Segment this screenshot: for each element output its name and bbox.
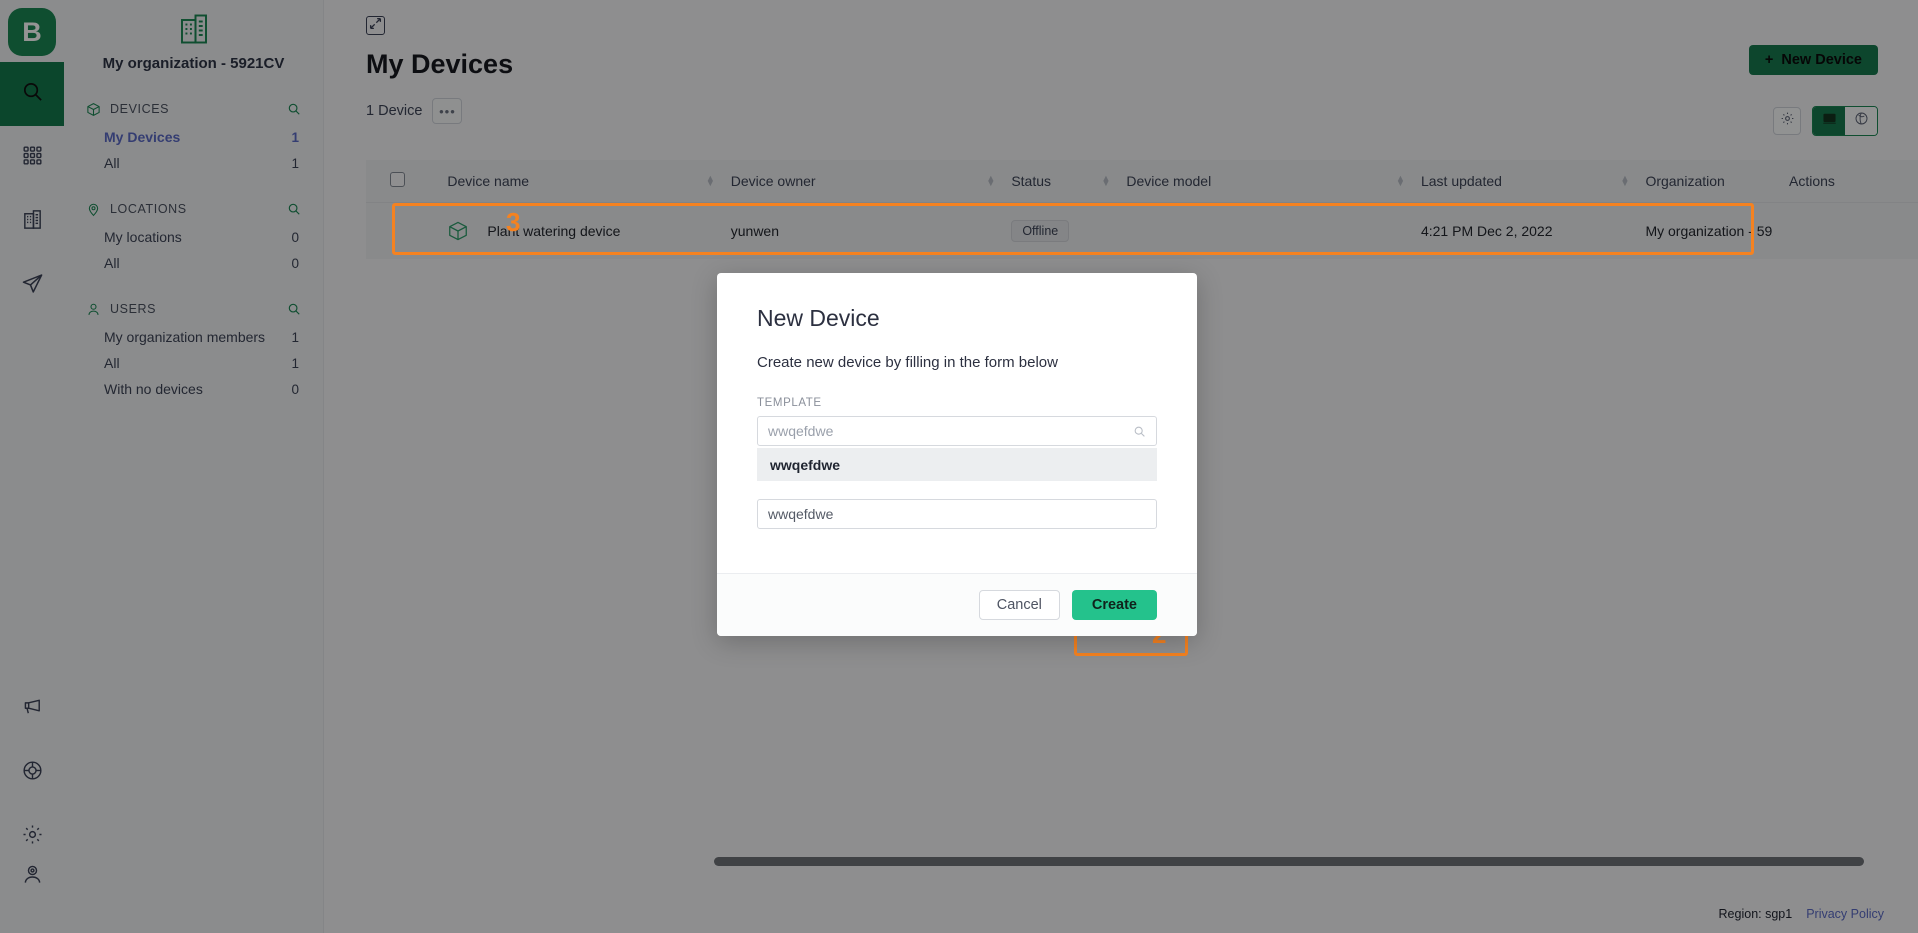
modal-body: New Device Create new device by filling … xyxy=(717,273,1197,537)
template-input-value: wwqefdwe xyxy=(768,423,834,439)
create-button[interactable]: Create xyxy=(1071,590,1157,620)
annotation-number-3: 3 xyxy=(506,207,521,237)
device-name-input-value: wwqefdwe xyxy=(768,506,834,522)
modal-footer: Cancel Create xyxy=(717,573,1197,636)
device-name-input[interactable]: wwqefdwe xyxy=(757,499,1157,529)
new-device-modal: New Device Create new device by filling … xyxy=(717,273,1197,636)
modal-subtitle: Create new device by filling in the form… xyxy=(757,354,1058,371)
search-icon xyxy=(1133,425,1146,438)
modal-title: New Device xyxy=(757,305,880,331)
template-field-label: TEMPLATE xyxy=(757,397,822,409)
dropdown-option[interactable]: wwqefdwe xyxy=(758,448,1156,481)
template-dropdown-list: wwqefdwe xyxy=(757,448,1157,481)
cancel-button[interactable]: Cancel xyxy=(978,590,1060,620)
template-search-input[interactable]: wwqefdwe xyxy=(757,416,1157,446)
